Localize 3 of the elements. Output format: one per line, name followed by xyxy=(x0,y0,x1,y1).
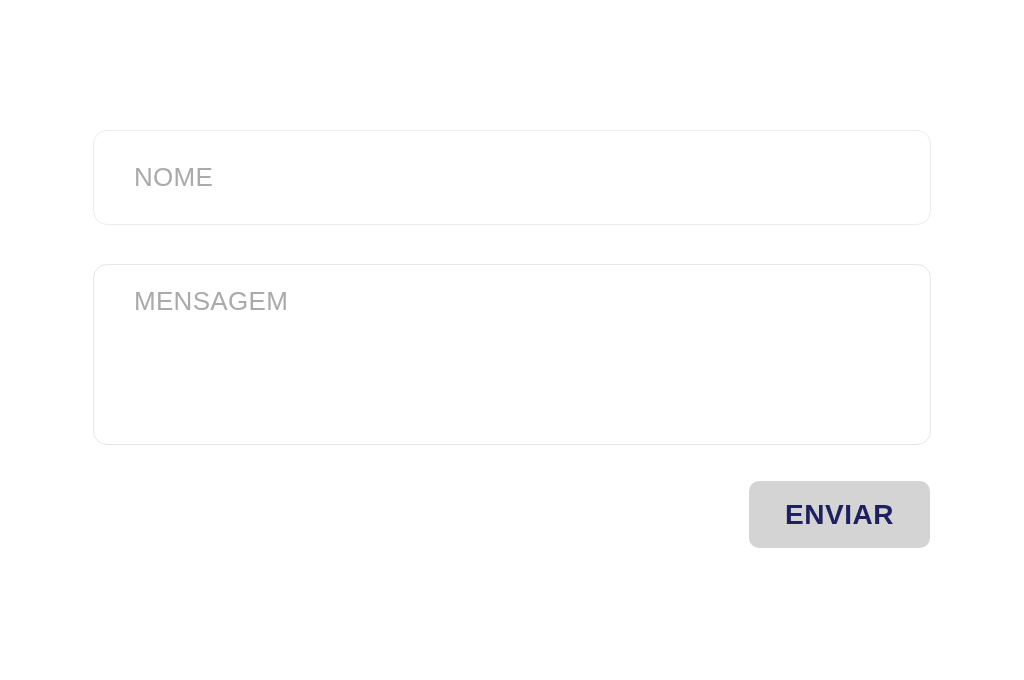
send-button[interactable]: ENVIAR xyxy=(749,481,930,548)
name-field[interactable]: NOME xyxy=(93,130,931,225)
message-field[interactable]: MENSAGEM xyxy=(93,264,931,445)
